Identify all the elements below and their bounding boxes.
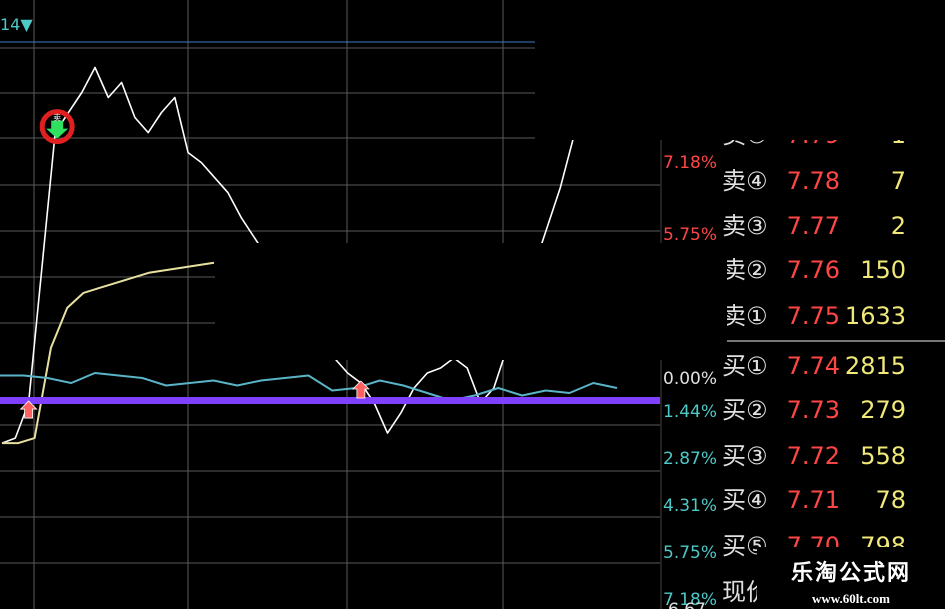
header-fragment: 14▼ — [0, 15, 33, 34]
buy-level-price: 7.72 — [787, 442, 840, 470]
buy-level-volume: 558 — [860, 442, 906, 470]
sell-level-label: 卖③ — [722, 212, 768, 240]
watermark-title: 乐淘公式网 — [790, 560, 911, 585]
index-line — [0, 372, 618, 402]
sell-signal-arrow-icon — [46, 120, 69, 139]
intraday-chart-window: 卖 7.18%5.75%4.31%0.00%1.44%2.87%4.31%5.7… — [0, 0, 945, 609]
pct-tick-up: 7.18% — [663, 153, 717, 173]
watermark: 乐淘公式网 www.60lt.com — [757, 547, 945, 609]
sell-level-price: 7.77 — [787, 212, 840, 240]
buy-level-label: 买③ — [722, 442, 768, 470]
buy-level-volume: 2815 — [845, 352, 906, 380]
sell-level-volume: 150 — [860, 256, 906, 284]
pct-tick-down: 1.44% — [663, 402, 717, 422]
pct-tick-up: 5.75% — [663, 225, 717, 245]
sell-level-label: 卖② — [722, 256, 768, 284]
buy-level-label: 买④ — [722, 486, 768, 514]
pct-tick-down: 5.75% — [663, 543, 717, 563]
mask-top-right — [535, 0, 945, 140]
intraday-chart[interactable]: 卖 7.18%5.75%4.31%0.00%1.44%2.87%4.31%5.7… — [0, 0, 945, 609]
sell-level-volume: 2 — [891, 212, 906, 240]
sell-level-price: 7.76 — [787, 256, 840, 284]
sell-level-volume: 7 — [891, 167, 906, 195]
buy-level-label: 买① — [722, 352, 768, 380]
pct-tick-zero: 0.00% — [663, 369, 717, 389]
mask-middle — [215, 243, 727, 360]
sell-signal-label: 卖 — [53, 114, 61, 123]
pct-tick-down: 2.87% — [663, 449, 717, 469]
sell-level-volume: 1633 — [845, 302, 906, 330]
pct-bottom-partial: 6.67 — [668, 600, 706, 609]
buy-level-volume: 279 — [860, 396, 906, 424]
buy-level-volume: 78 — [875, 486, 906, 514]
buy-signal-arrow-icon — [351, 380, 370, 399]
sell-level-price: 7.78 — [787, 167, 840, 195]
buy-level-price: 7.73 — [787, 396, 840, 424]
sell-level-price: 7.75 — [787, 302, 840, 330]
pct-tick-down: 4.31% — [663, 496, 717, 516]
watermark-url: www.60lt.com — [812, 591, 890, 606]
buy-level-price: 7.74 — [787, 352, 840, 380]
buy-level-label: 买② — [722, 396, 768, 424]
sell-level-label: 卖④ — [722, 167, 768, 195]
buy-level-price: 7.71 — [787, 486, 840, 514]
sell-level-label: 卖① — [722, 302, 768, 330]
order-book: 卖⑤7.791卖④7.787卖③7.772卖②7.76150卖①7.751633… — [718, 121, 945, 606]
